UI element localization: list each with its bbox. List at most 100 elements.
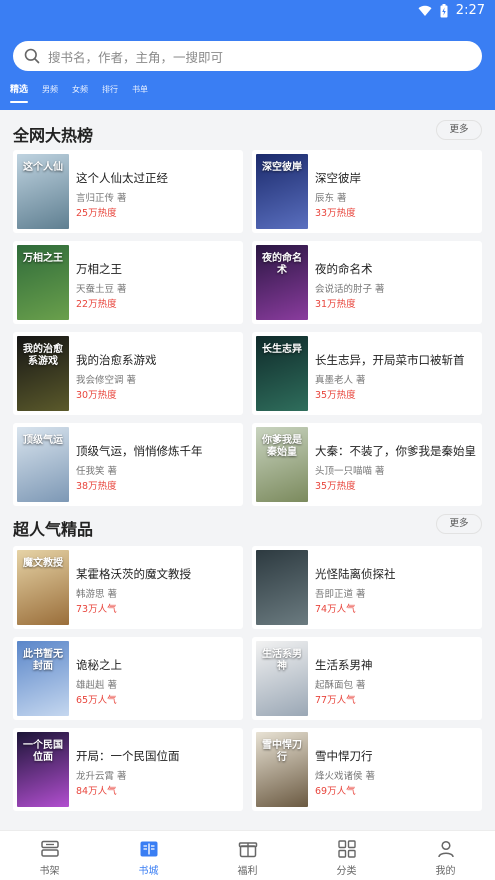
book-author: 吾即正道 著 [315, 589, 366, 600]
book-card[interactable]: 顶级气运 顶级气运，悄悄修炼千年 任我笑 著 38万热度 [13, 423, 243, 506]
book-stat: 25万热度 [76, 208, 117, 219]
cover-title: 顶级气运 [23, 435, 63, 446]
book-cover: 雪中悍刀行 [256, 732, 308, 807]
book-stat: 38万热度 [76, 481, 117, 492]
section-title: 超人气精品 [13, 520, 94, 539]
profile-icon [436, 839, 456, 859]
book-author: 烽火戏诸侯 著 [315, 771, 376, 782]
more-button[interactable]: 更多 [436, 120, 482, 140]
nav-label: 书城 [138, 866, 159, 877]
book-author: 起酥面包 著 [315, 680, 366, 691]
book-author: 天蚕土豆 著 [76, 284, 127, 295]
nav-bookstore[interactable]: 书城 [99, 831, 198, 880]
section-title: 全网大热榜 [13, 126, 94, 145]
book-card[interactable]: 光怪陆离侦探社 吾即正道 著 74万人气 [252, 546, 482, 629]
book-author: 雄赳赳 著 [76, 680, 118, 691]
book-title: 生活系男神 [315, 658, 373, 672]
nav-mine[interactable]: 我的 [396, 831, 495, 880]
book-stat: 35万热度 [315, 390, 356, 401]
cover-title: 万相之王 [23, 253, 63, 264]
cover-title: 长生志异 [262, 344, 302, 355]
wifi-icon [418, 5, 432, 17]
nav-bookshelf[interactable]: 书架 [0, 831, 99, 880]
battery-charging-icon [440, 3, 448, 18]
book-card[interactable]: 魔文教授某霍格沃茨的魔文教授 韩游思 著 73万人气 [13, 546, 243, 629]
app-header: 2:27 搜书名，作者，主角，一搜即可 精选 男频 女频 排行 书单 [0, 0, 495, 110]
book-stat: 69万人气 [315, 786, 356, 797]
bottom-nav: 书架 书城 福利 分类 我的 [0, 830, 495, 880]
book-title: 这个人仙太过正经 [76, 171, 168, 185]
nav-label: 我的 [435, 866, 456, 877]
nav-label: 福利 [237, 866, 258, 877]
cover-title: 你爹我是秦始皇 [262, 435, 302, 458]
book-title: 雪中悍刀行 [315, 749, 373, 763]
book-stat: 73万人气 [76, 604, 117, 615]
book-title: 某霍格沃茨的魔文教授 [76, 567, 191, 581]
book-cover: 我的治愈系游戏 [17, 336, 69, 411]
more-button[interactable]: 更多 [436, 514, 482, 534]
book-card[interactable]: 一个民国位面 开局：一个民国位面 龙升云霄 著 84万人气 [13, 728, 243, 811]
cover-title: 我的治愈系游戏 [23, 344, 63, 367]
book-title: 我的治愈系游戏 [76, 353, 157, 367]
book-author: 会说话的肘子 著 [315, 284, 385, 295]
bookshelf-icon [40, 839, 60, 859]
book-cover: 夜的命名术 [256, 245, 308, 320]
cover-title: 魔文教授 [23, 558, 63, 569]
search-bar[interactable]: 搜书名，作者，主角，一搜即可 [13, 41, 482, 71]
book-card[interactable]: 万相之王 万相之王 天蚕土豆 著 22万热度 [13, 241, 243, 324]
book-card[interactable]: 生活系男神 生活系男神 起酥面包 著 77万人气 [252, 637, 482, 720]
gift-icon [238, 839, 258, 859]
tab-booklist[interactable]: 书单 [132, 84, 148, 96]
book-card[interactable]: 雪中悍刀行 雪中悍刀行烽火戏诸侯 著 69万人气 [252, 728, 482, 811]
book-cover: 此书暂无封面 [17, 641, 69, 716]
book-author: 我会修空调 著 [76, 375, 137, 386]
section-header-hot: 全网大热榜 更多 [13, 120, 482, 146]
nav-category[interactable]: 分类 [297, 831, 396, 880]
book-cover: 长生志异 [256, 336, 308, 411]
status-bar: 2:27 [0, 0, 495, 22]
book-card[interactable]: 我的治愈系游戏 我的治愈系游戏 我会修空调 著 30万热度 [13, 332, 243, 415]
book-cover: 魔文教授 [17, 550, 69, 625]
book-stat: 33万热度 [315, 208, 356, 219]
book-author: 言归正传 著 [76, 193, 127, 204]
book-stat: 22万热度 [76, 299, 117, 310]
book-cover: 深空彼岸 [256, 154, 308, 229]
section-header-popular: 超人气精品 更多 [13, 514, 482, 540]
search-icon [24, 48, 40, 64]
category-grid-icon [337, 839, 357, 859]
book-cover: 一个民国位面 [17, 732, 69, 807]
tab-featured[interactable]: 精选 [10, 84, 29, 103]
book-title: 诡秘之上 [76, 658, 122, 672]
book-card[interactable]: 夜的命名术 夜的命名术 会说话的肘子 著 31万热度 [252, 241, 482, 324]
book-store-icon [139, 839, 159, 859]
book-title: 深空彼岸 [315, 171, 361, 185]
channel-tabs: 精选 男频 女频 排行 书单 [10, 84, 148, 103]
cover-title: 此书暂无封面 [23, 649, 63, 672]
book-author: 韩游思 著 [76, 589, 118, 600]
tab-ranking[interactable]: 排行 [102, 84, 118, 96]
nav-label: 分类 [336, 866, 357, 877]
nav-label: 书架 [39, 866, 60, 877]
book-author: 龙升云霄 著 [76, 771, 127, 782]
book-card[interactable]: 这个人仙 这个人仙太过正经 言归正传 著 25万热度 [13, 150, 243, 233]
book-card[interactable]: 你爹我是秦始皇 大秦：不装了，你爹我是秦始皇 头顶一只喵喵 著 35万热度 [252, 423, 482, 506]
book-stat: 30万热度 [76, 390, 117, 401]
book-card[interactable]: 深空彼岸 深空彼岸 辰东 著 33万热度 [252, 150, 482, 233]
tab-male[interactable]: 男频 [42, 84, 58, 96]
cover-title: 雪中悍刀行 [262, 740, 302, 763]
book-author: 头顶一只喵喵 著 [315, 466, 385, 477]
tab-female[interactable]: 女频 [72, 84, 88, 96]
clock: 2:27 [455, 3, 485, 18]
book-stat: 31万热度 [315, 299, 356, 310]
book-card[interactable]: 长生志异 长生志异，开局菜市口被斩首 真墨老人 著 35万热度 [252, 332, 482, 415]
book-cover [256, 550, 308, 625]
book-cover: 这个人仙 [17, 154, 69, 229]
nav-welfare[interactable]: 福利 [198, 831, 297, 880]
book-cover: 万相之王 [17, 245, 69, 320]
book-title: 光怪陆离侦探社 [315, 567, 396, 581]
book-stat: 35万热度 [315, 481, 356, 492]
book-stat: 84万人气 [76, 786, 117, 797]
book-card[interactable]: 此书暂无封面 诡秘之上 雄赳赳 著 65万人气 [13, 637, 243, 720]
book-title: 开局：一个民国位面 [76, 749, 180, 763]
book-stat: 74万人气 [315, 604, 356, 615]
